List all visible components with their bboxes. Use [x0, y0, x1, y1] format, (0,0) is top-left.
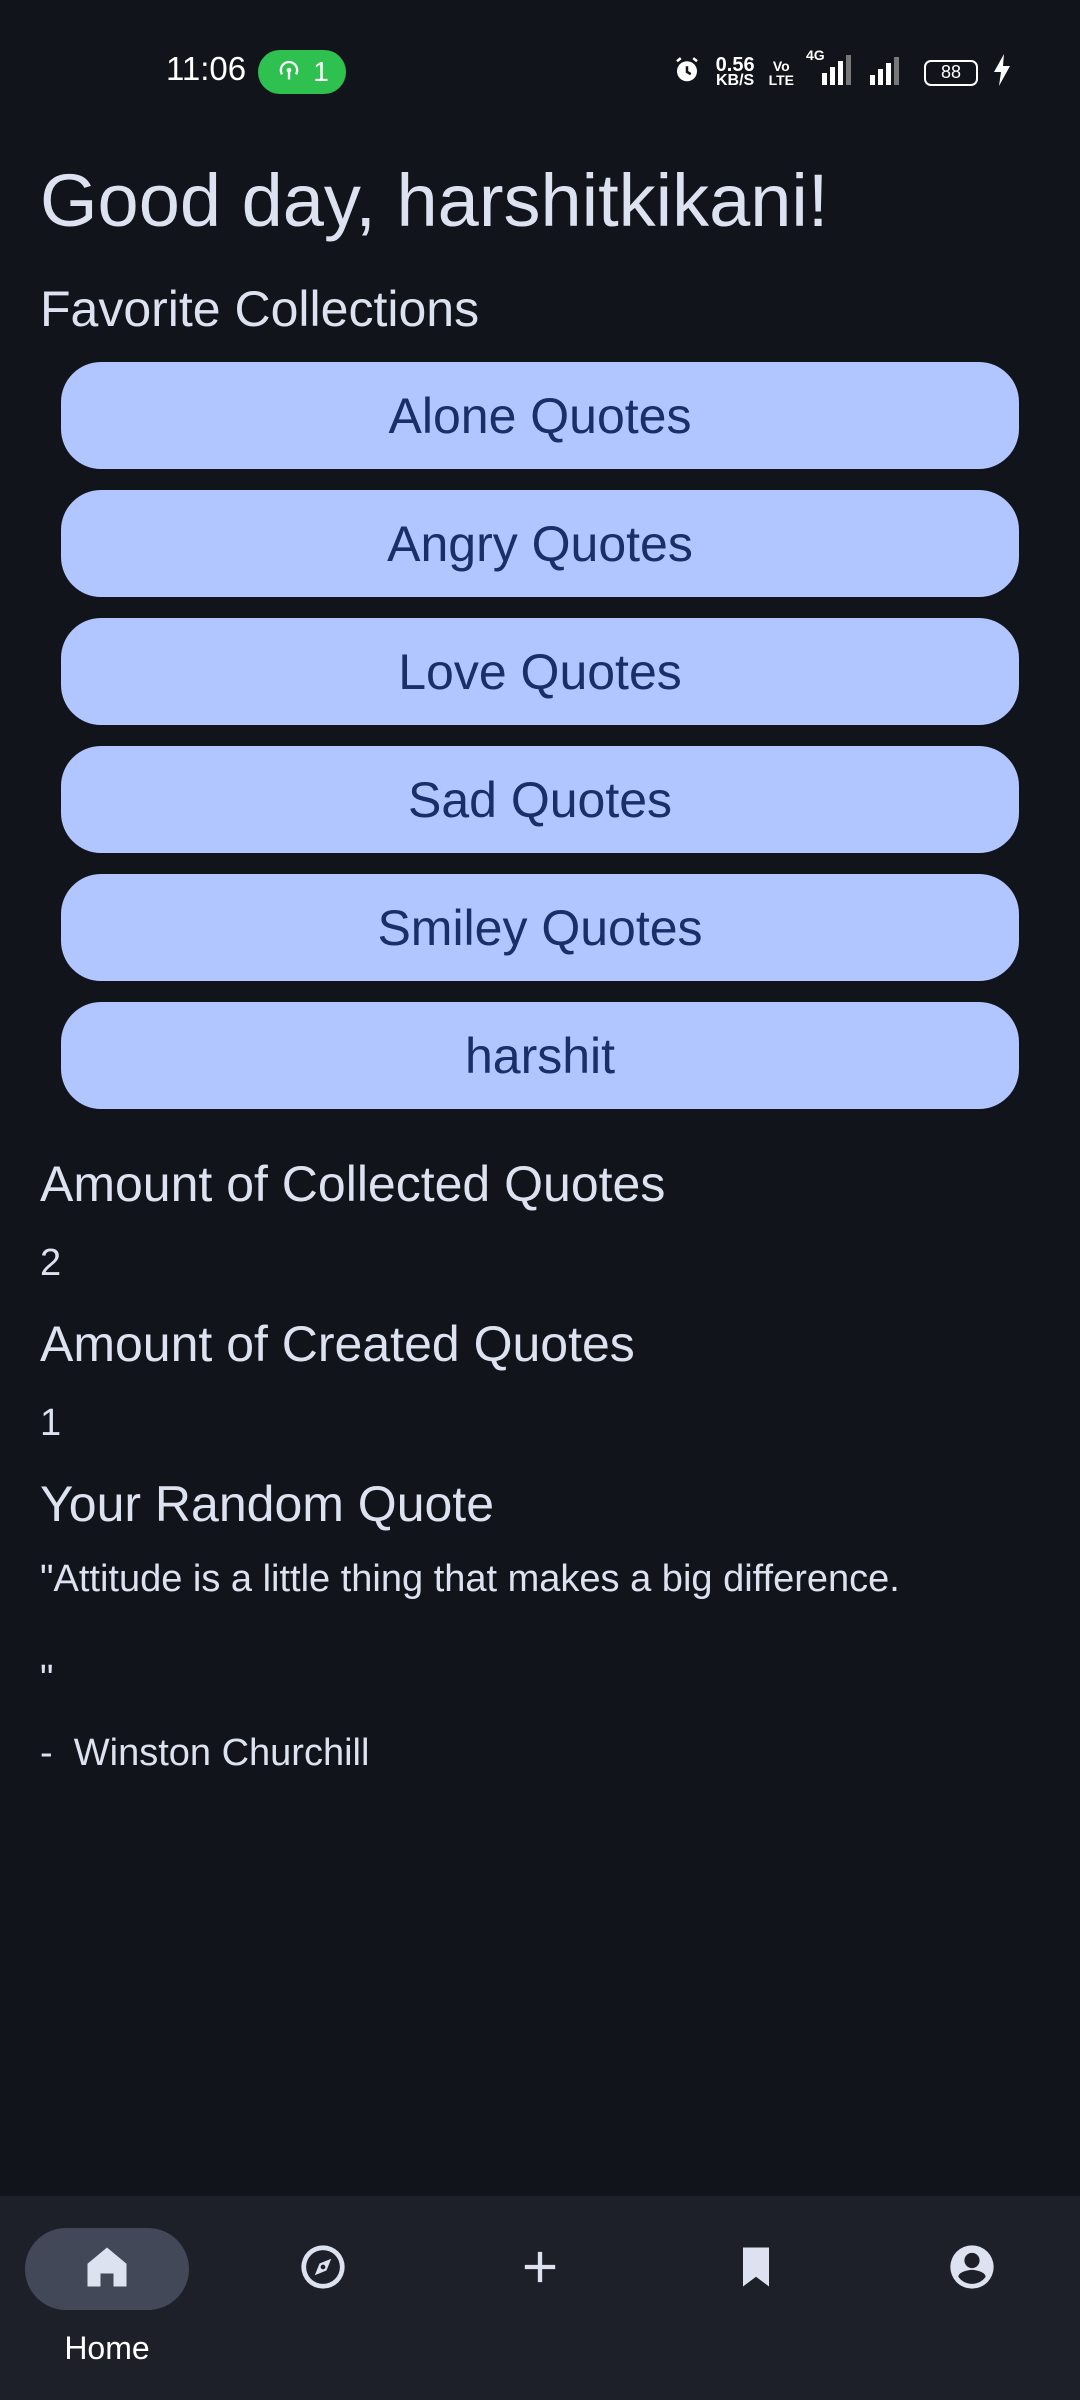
net-speed: 0.56 KB/S: [715, 53, 755, 89]
charging-icon: [992, 54, 1012, 91]
collection-button-alone[interactable]: Alone Quotes: [61, 362, 1019, 469]
collection-button-love[interactable]: Love Quotes: [61, 618, 1019, 725]
network-type: 4G: [806, 47, 825, 63]
nav-saved-button[interactable]: [674, 2228, 838, 2310]
account-icon: [946, 2241, 998, 2298]
hotspot-count: 1: [313, 56, 329, 87]
nav-label-home: Home: [64, 2330, 150, 2366]
plus-icon: [514, 2241, 566, 2298]
nav-item-create[interactable]: [455, 2228, 625, 2310]
volte-top: Vo: [772, 57, 790, 74]
net-speed-unit: KB/S: [716, 71, 755, 89]
greeting-title: Good day, harshitkikani!: [40, 159, 829, 242]
alarm-icon: [672, 55, 702, 90]
home-icon: [81, 2241, 133, 2298]
favorite-collections-title: Favorite Collections: [40, 281, 480, 337]
collection-button-harshit[interactable]: harshit: [61, 1002, 1019, 1109]
net-speed-value: 0.56: [715, 53, 755, 76]
collected-quotes-count: 2: [40, 1242, 62, 1284]
hotspot-icon: [275, 55, 303, 90]
volte-bottom: LTE: [768, 71, 794, 88]
nav-profile-button[interactable]: [890, 2228, 1054, 2310]
favorite-collections-list: Alone Quotes Angry Quotes Love Quotes Sa…: [61, 362, 1019, 1130]
nav-indicator-active[interactable]: [25, 2228, 189, 2310]
random-quote-author: - Winston Churchill: [40, 1732, 370, 1774]
nav-item-explore[interactable]: [238, 2228, 408, 2310]
nav-create-button[interactable]: [458, 2228, 622, 2310]
created-quotes-title: Amount of Created Quotes: [40, 1316, 635, 1372]
nav-item-home[interactable]: Home: [22, 2228, 192, 2367]
status-icons: 0.56 KB/S Vo LTE 4G 88: [672, 47, 1012, 91]
compass-icon: [297, 2241, 349, 2298]
hotspot-indicator: 1: [258, 50, 346, 94]
volte-badge: Vo LTE: [769, 59, 794, 87]
battery-level: 88: [940, 62, 962, 82]
collection-button-sad[interactable]: Sad Quotes: [61, 746, 1019, 853]
nav-explore-button[interactable]: [241, 2228, 405, 2310]
nav-item-profile[interactable]: [887, 2228, 1057, 2310]
random-quote-title: Your Random Quote: [40, 1476, 495, 1532]
status-time: 11:06: [166, 50, 247, 87]
nav-item-saved[interactable]: [671, 2228, 841, 2310]
collection-button-smiley[interactable]: Smiley Quotes: [61, 874, 1019, 981]
bottom-navigation: Home: [0, 2196, 1080, 2400]
bookmark-icon: [730, 2241, 782, 2298]
random-quote-text: "Attitude is a little thing that makes a…: [40, 1558, 900, 1600]
collection-button-angry[interactable]: Angry Quotes: [61, 490, 1019, 597]
random-quote-closing: ": [40, 1658, 54, 1700]
signal-icon: [866, 55, 910, 90]
created-quotes-count: 1: [40, 1402, 62, 1444]
status-bar: 11:06 1 0.56 KB/S Vo LTE 4G 88: [0, 0, 1080, 140]
battery-icon: 88: [924, 59, 978, 86]
collected-quotes-title: Amount of Collected Quotes: [40, 1156, 666, 1212]
signal-4g-icon: 4G: [806, 47, 852, 90]
